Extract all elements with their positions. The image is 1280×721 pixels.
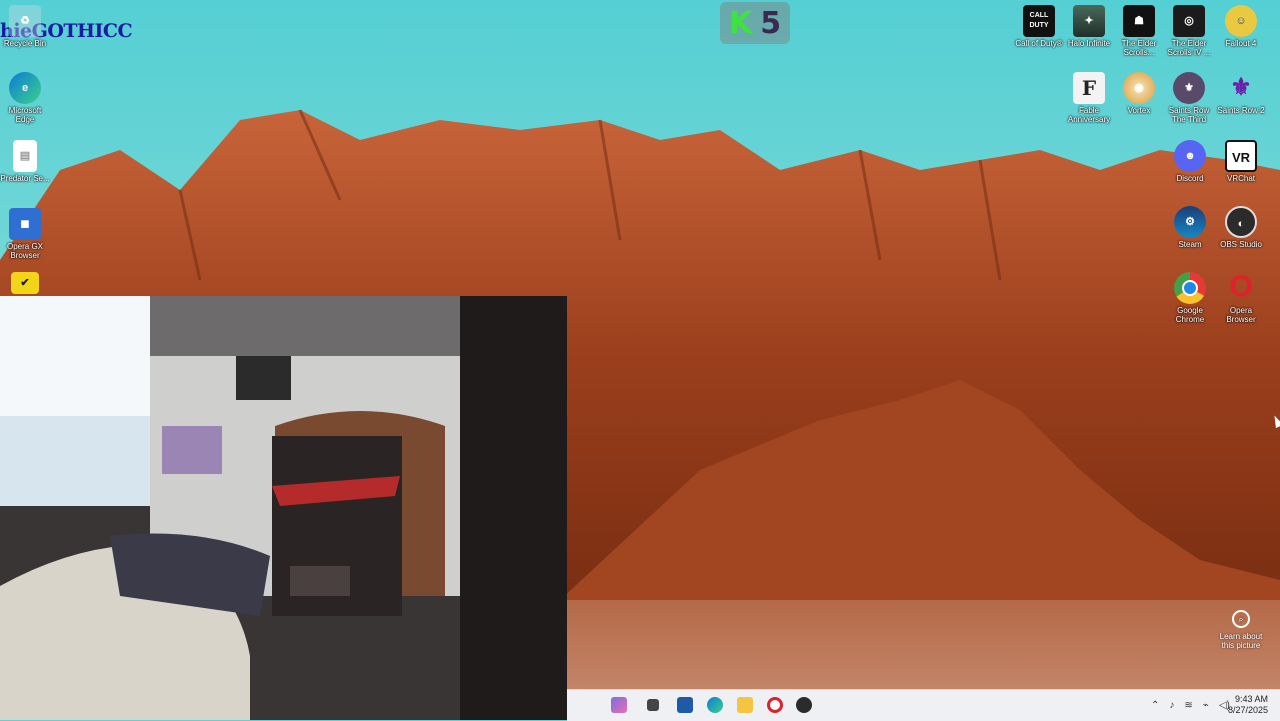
desktop-icon-vortex[interactable]: ◉ Vortex — [1114, 72, 1164, 115]
webcam-scene — [0, 296, 567, 720]
desktop-icon-saints-row-2[interactable]: ⚜ Saints Row 2 — [1216, 72, 1266, 115]
desktop-icon-fable-anniversary[interactable]: F Fable Anniversary — [1064, 72, 1114, 124]
desktop-icon-microsoft-edge[interactable]: e Microsoft Edge — [0, 72, 50, 124]
opera-icon[interactable] — [767, 697, 783, 713]
desktop-icon-file[interactable]: ▤ Predator Se... — [0, 140, 50, 183]
desktop-icon-label: Fallout 4 — [1225, 39, 1257, 48]
desktop-icon-saints-row-third[interactable]: ⚜ Saints Row The Third — [1164, 72, 1214, 124]
wifi-icon[interactable]: ≋ — [1184, 700, 1192, 711]
widgets-icon[interactable] — [611, 697, 627, 713]
opera-gx-icon: ◼ — [9, 208, 41, 240]
desktop-icon-opera-browser[interactable]: O Opera Browser — [1216, 270, 1266, 325]
network-icon[interactable]: ⌁ — [1203, 700, 1209, 711]
desktop-icon-checkmark-app[interactable]: ✔ — [0, 272, 50, 296]
discord-icon: ☻ — [1174, 140, 1206, 172]
obs-icon[interactable] — [796, 697, 812, 713]
desktop-icon-elder-scrolls[interactable]: ☗ The Elder Scrolls... — [1114, 5, 1164, 57]
desktop-icon-label: Saints Row 2 — [1217, 106, 1265, 115]
call-of-duty-icon: CALL DUTY — [1023, 5, 1055, 37]
desktop-icon-call-of-duty[interactable]: CALL DUTY Call of Duty® — [1014, 5, 1064, 48]
desktop-icon-label: The Elder Scrolls IV ... — [1167, 39, 1211, 57]
webcam-feed — [0, 296, 567, 720]
fallout-icon: ☺ — [1225, 5, 1257, 37]
desktop-icon-label: The Elder Scrolls... — [1121, 39, 1157, 57]
desktop-icon-label: VRChat — [1226, 174, 1255, 183]
vrchat-icon: VR — [1225, 140, 1257, 172]
chevron-up-icon[interactable]: ⌃ — [1151, 700, 1159, 711]
desktop-icon-label: Call of Duty® — [1015, 39, 1063, 48]
desktop-icon-oblivion[interactable]: ◎ The Elder Scrolls IV ... — [1164, 5, 1214, 57]
steam-icon: ⚙ — [1174, 206, 1206, 238]
fable-icon: F — [1073, 72, 1105, 104]
desktop-icon-steam[interactable]: ⚙ Steam — [1165, 206, 1215, 249]
desktop-icon-discord[interactable]: ☻ Discord — [1165, 140, 1215, 183]
taskbar: ⌃ ♪ ≋ ⌁ ◁) 9:43 AM 8/27/2025 — [567, 689, 1280, 721]
desktop-icon-label: Halo Infinite — [1067, 39, 1111, 48]
desktop-icon-label: Recycle Bin — [3, 39, 47, 48]
file-icon: ▤ — [13, 140, 37, 172]
saints-row-2-icon: ⚜ — [1230, 74, 1252, 101]
system-tray: ⌃ ♪ ≋ ⌁ ◁) — [1151, 690, 1230, 721]
terminal-icon[interactable] — [677, 697, 693, 713]
obs-icon: ◐ — [1225, 206, 1257, 238]
vortex-icon: ◉ — [1123, 72, 1155, 104]
desktop-icon-label: Google Chrome — [1175, 306, 1205, 324]
opera-icon: O — [1229, 270, 1253, 303]
desktop-icon-opera-gx[interactable]: ◼ Opera GX Browser — [0, 208, 50, 260]
recycle-bin-icon: ♻ — [9, 5, 41, 37]
desktop-icon-recycle-bin[interactable]: ♻ Recycle Bin — [0, 5, 50, 48]
badge-letter: K — [728, 5, 753, 41]
desktop-icon-label: Opera GX Browser — [6, 242, 43, 260]
microphone-icon[interactable]: ♪ — [1169, 700, 1174, 711]
chrome-icon — [1174, 272, 1206, 304]
desktop-icon-label: Fable Anniversary — [1067, 106, 1111, 124]
stream-badge: K 5 — [720, 2, 790, 44]
desktop-icon-label: Saints Row The Third — [1168, 106, 1210, 124]
desktop-icon-label: Vortex — [1127, 106, 1151, 115]
desktop-icon-label: Predator Se... — [0, 174, 50, 183]
learn-about-picture-label: Learn about this picture — [1219, 632, 1263, 650]
desktop-icon-label: Opera Browser — [1226, 306, 1256, 324]
desktop-icon-google-chrome[interactable]: Google Chrome — [1165, 272, 1215, 324]
halo-icon: ✦ — [1073, 5, 1105, 37]
desktop-icon-label: Microsoft Edge — [8, 106, 42, 124]
elder-scrolls-icon: ☗ — [1123, 5, 1155, 37]
desktop-icon-label: Steam — [1178, 240, 1202, 249]
edge-icon: e — [9, 72, 41, 104]
task-view-icon[interactable] — [647, 699, 659, 711]
saints-row-third-icon: ⚜ — [1173, 72, 1205, 104]
clock-time: 9:43 AM — [1234, 694, 1268, 704]
camera-icon: ⌕ — [1232, 610, 1250, 628]
badge-number: 5 — [760, 5, 782, 41]
clock-date: 8/27/2025 — [1227, 705, 1268, 715]
file-explorer-icon[interactable] — [737, 697, 753, 713]
taskbar-clock[interactable]: 9:43 AM 8/27/2025 — [1228, 694, 1268, 716]
oblivion-icon: ◎ — [1173, 5, 1205, 37]
desktop-icon-vrchat[interactable]: VR VRChat — [1216, 140, 1266, 183]
checkmark-app-icon: ✔ — [11, 272, 39, 294]
desktop-icon-label: Discord — [1176, 174, 1204, 183]
desktop-icon-fallout-4[interactable]: ☺ Fallout 4 — [1216, 5, 1266, 48]
desktop-icon-label: OBS Studio — [1220, 240, 1262, 249]
edge-icon[interactable] — [707, 697, 723, 713]
learn-about-picture[interactable]: ⌕ Learn about this picture — [1216, 610, 1266, 650]
desktop-icon-halo-infinite[interactable]: ✦ Halo Infinite — [1064, 5, 1114, 48]
desktop-icon-obs-studio[interactable]: ◐ OBS Studio — [1216, 206, 1266, 249]
